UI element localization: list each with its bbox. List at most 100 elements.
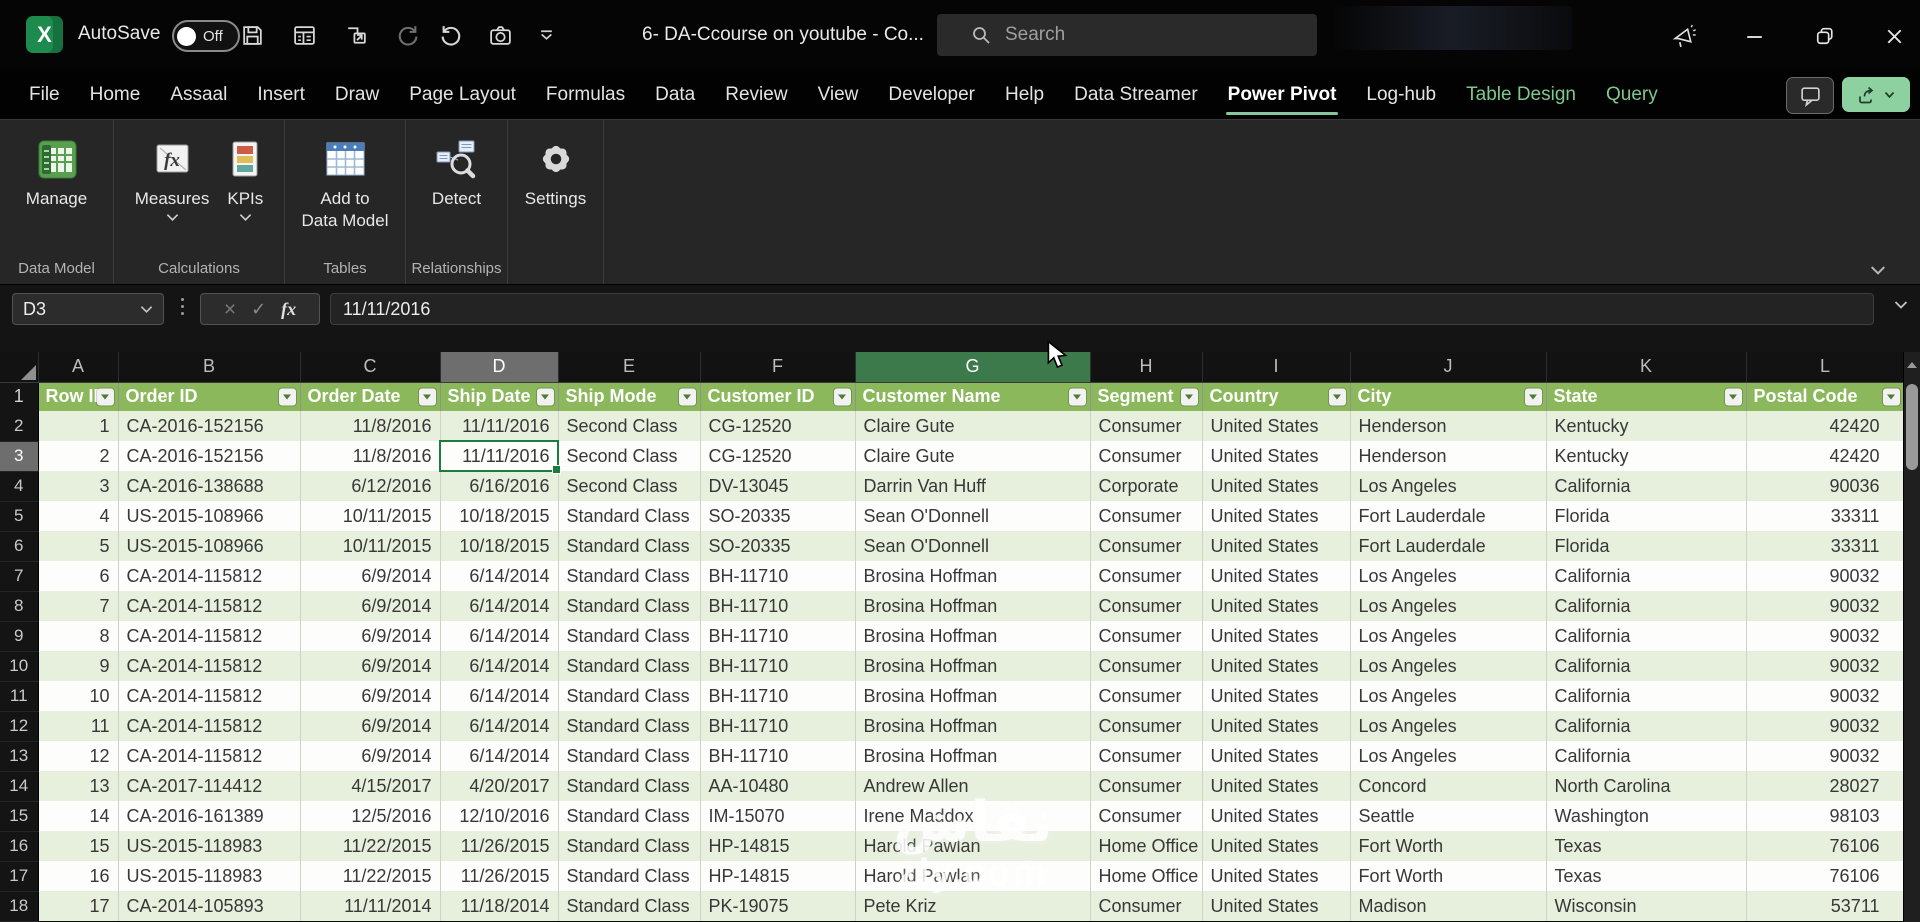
cell-G6[interactable]: Sean O'Donnell bbox=[855, 531, 1090, 561]
cell-J13[interactable]: Los Angeles bbox=[1350, 741, 1546, 771]
column-header-B[interactable]: B bbox=[118, 352, 300, 382]
cell-G10[interactable]: Brosina Hoffman bbox=[855, 651, 1090, 681]
cell-K15[interactable]: Washington bbox=[1546, 801, 1746, 831]
cell-I5[interactable]: United States bbox=[1202, 501, 1350, 531]
cell-F12[interactable]: BH-11710 bbox=[700, 711, 855, 741]
cell-J6[interactable]: Fort Lauderdale bbox=[1350, 531, 1546, 561]
cell-C18[interactable]: 11/11/2014 bbox=[300, 891, 440, 921]
cancel-button[interactable]: × bbox=[224, 299, 236, 320]
cell-G17[interactable]: Harold Pawlan bbox=[855, 861, 1090, 891]
cell-B17[interactable]: US-2015-118983 bbox=[118, 861, 300, 891]
cell-H11[interactable]: Consumer bbox=[1090, 681, 1202, 711]
cell-E8[interactable]: Standard Class bbox=[558, 591, 700, 621]
cell-C11[interactable]: 6/9/2014 bbox=[300, 681, 440, 711]
row-header-6[interactable]: 6 bbox=[0, 531, 38, 561]
cell-K14[interactable]: North Carolina bbox=[1546, 771, 1746, 801]
cell-K17[interactable]: Texas bbox=[1546, 861, 1746, 891]
camera-button[interactable] bbox=[486, 21, 514, 49]
cell-A10[interactable]: 9 bbox=[38, 651, 118, 681]
cell-K3[interactable]: Kentucky bbox=[1546, 441, 1746, 471]
tab-log-hub[interactable]: Log-hub bbox=[1351, 70, 1451, 119]
dropdown-chevron-icon[interactable] bbox=[239, 213, 252, 222]
ribbon-button-detect[interactable]: Detect bbox=[427, 130, 486, 260]
cell-A11[interactable]: 10 bbox=[38, 681, 118, 711]
cell-B2[interactable]: CA-2016-152156 bbox=[118, 411, 300, 441]
tab-power-pivot[interactable]: Power Pivot bbox=[1213, 70, 1352, 119]
filter-dropdown-icon[interactable] bbox=[279, 388, 296, 405]
cell-L16[interactable]: 76106 bbox=[1746, 831, 1904, 861]
search-box[interactable] bbox=[937, 14, 1317, 56]
cell-C3[interactable]: 11/8/2016 bbox=[300, 441, 440, 471]
table-header-row-id[interactable]: Row ID bbox=[38, 382, 118, 411]
cell-E5[interactable]: Standard Class bbox=[558, 501, 700, 531]
cell-C4[interactable]: 6/12/2016 bbox=[300, 471, 440, 501]
cell-I2[interactable]: United States bbox=[1202, 411, 1350, 441]
cell-C6[interactable]: 10/11/2015 bbox=[300, 531, 440, 561]
cell-J16[interactable]: Fort Worth bbox=[1350, 831, 1546, 861]
share-button[interactable] bbox=[1842, 77, 1910, 112]
collapse-ribbon-button[interactable] bbox=[1870, 265, 1886, 276]
cell-G18[interactable]: Pete Kriz bbox=[855, 891, 1090, 921]
cell-H2[interactable]: Consumer bbox=[1090, 411, 1202, 441]
row-header-10[interactable]: 10 bbox=[0, 651, 38, 681]
vertical-scrollbar[interactable] bbox=[1903, 352, 1920, 922]
cell-D9[interactable]: 6/14/2014 bbox=[440, 621, 558, 651]
cell-I12[interactable]: United States bbox=[1202, 711, 1350, 741]
cell-A5[interactable]: 4 bbox=[38, 501, 118, 531]
cell-F16[interactable]: HP-14815 bbox=[700, 831, 855, 861]
cell-L17[interactable]: 76106 bbox=[1746, 861, 1904, 891]
cell-J4[interactable]: Los Angeles bbox=[1350, 471, 1546, 501]
tab-formulas[interactable]: Formulas bbox=[531, 70, 640, 119]
cell-F5[interactable]: SO-20335 bbox=[700, 501, 855, 531]
cell-L14[interactable]: 28027 bbox=[1746, 771, 1904, 801]
cell-A15[interactable]: 14 bbox=[38, 801, 118, 831]
cell-J8[interactable]: Los Angeles bbox=[1350, 591, 1546, 621]
dropdown-chevron-icon[interactable] bbox=[166, 213, 179, 222]
cell-E3[interactable]: Second Class bbox=[558, 441, 700, 471]
row-header-11[interactable]: 11 bbox=[0, 681, 38, 711]
cell-E4[interactable]: Second Class bbox=[558, 471, 700, 501]
cell-K7[interactable]: California bbox=[1546, 561, 1746, 591]
cell-E17[interactable]: Standard Class bbox=[558, 861, 700, 891]
cell-I17[interactable]: United States bbox=[1202, 861, 1350, 891]
cell-C8[interactable]: 6/9/2014 bbox=[300, 591, 440, 621]
cell-A4[interactable]: 3 bbox=[38, 471, 118, 501]
cell-J9[interactable]: Los Angeles bbox=[1350, 621, 1546, 651]
cell-E9[interactable]: Standard Class bbox=[558, 621, 700, 651]
cell-E13[interactable]: Standard Class bbox=[558, 741, 700, 771]
cell-L9[interactable]: 90032 bbox=[1746, 621, 1904, 651]
cell-L8[interactable]: 90032 bbox=[1746, 591, 1904, 621]
cell-H17[interactable]: Home Office bbox=[1090, 861, 1202, 891]
coming-soon-button[interactable] bbox=[1668, 20, 1700, 52]
cell-B4[interactable]: CA-2016-138688 bbox=[118, 471, 300, 501]
cell-C12[interactable]: 6/9/2014 bbox=[300, 711, 440, 741]
cell-C13[interactable]: 6/9/2014 bbox=[300, 741, 440, 771]
comments-button[interactable] bbox=[1786, 77, 1834, 114]
cell-E10[interactable]: Standard Class bbox=[558, 651, 700, 681]
column-header-F[interactable]: F bbox=[700, 352, 855, 382]
workbook-stats-button[interactable] bbox=[290, 21, 318, 49]
table-header-order-date[interactable]: Order Date bbox=[300, 382, 440, 411]
filter-dropdown-icon[interactable] bbox=[97, 388, 114, 405]
row-header-17[interactable]: 17 bbox=[0, 861, 38, 891]
cell-K18[interactable]: Wisconsin bbox=[1546, 891, 1746, 921]
tab-view[interactable]: View bbox=[803, 70, 874, 119]
filter-dropdown-icon[interactable] bbox=[1069, 388, 1086, 405]
chevron-down-icon[interactable] bbox=[140, 305, 153, 314]
tab-query[interactable]: Query bbox=[1591, 70, 1673, 119]
cell-H14[interactable]: Consumer bbox=[1090, 771, 1202, 801]
cell-A17[interactable]: 16 bbox=[38, 861, 118, 891]
cell-H9[interactable]: Consumer bbox=[1090, 621, 1202, 651]
column-header-E[interactable]: E bbox=[558, 352, 700, 382]
cell-K2[interactable]: Kentucky bbox=[1546, 411, 1746, 441]
cell-B10[interactable]: CA-2014-115812 bbox=[118, 651, 300, 681]
cell-G16[interactable]: Harold Pawlan bbox=[855, 831, 1090, 861]
cell-D15[interactable]: 12/10/2016 bbox=[440, 801, 558, 831]
name-box[interactable]: D3 bbox=[12, 293, 164, 325]
table-header-ship-date[interactable]: Ship Date bbox=[440, 382, 558, 411]
cell-H3[interactable]: Consumer bbox=[1090, 441, 1202, 471]
cell-C10[interactable]: 6/9/2014 bbox=[300, 651, 440, 681]
cell-B9[interactable]: CA-2014-115812 bbox=[118, 621, 300, 651]
cell-K9[interactable]: California bbox=[1546, 621, 1746, 651]
redo-button[interactable] bbox=[392, 21, 420, 49]
